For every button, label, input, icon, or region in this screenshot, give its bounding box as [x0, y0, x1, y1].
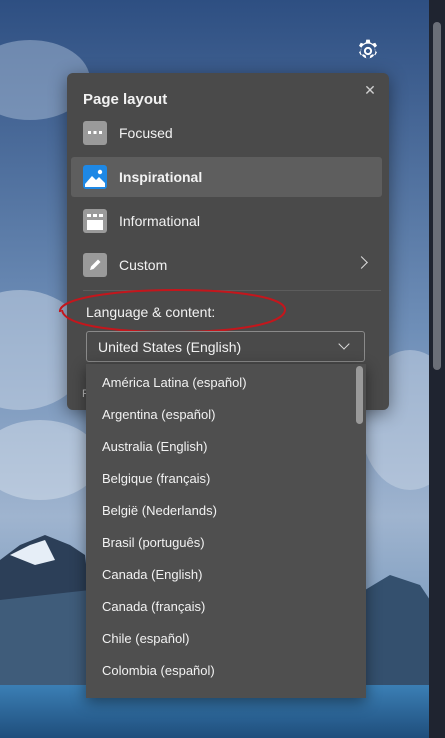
- page-scrollbar[interactable]: [429, 0, 445, 738]
- layout-option-focused[interactable]: Focused: [71, 113, 382, 153]
- page-scrollbar-thumb[interactable]: [433, 22, 441, 370]
- dropdown-option[interactable]: Chile (español): [86, 623, 366, 655]
- dropdown-option[interactable]: Brasil (português): [86, 527, 366, 559]
- dropdown-option[interactable]: Argentina (español): [86, 399, 366, 431]
- informational-layout-icon: [83, 209, 107, 233]
- layout-option-informational[interactable]: Informational: [71, 201, 382, 241]
- dropdown-option[interactable]: Belgique (français): [86, 463, 366, 495]
- layout-option-inspirational[interactable]: Inspirational: [71, 157, 382, 197]
- pencil-icon: [83, 253, 107, 277]
- dropdown-scrollbar[interactable]: [352, 364, 366, 698]
- layout-option-label: Informational: [119, 213, 200, 229]
- inspirational-layout-icon: [83, 165, 107, 189]
- language-select-value: United States (English): [98, 338, 242, 355]
- layout-option-label: Focused: [119, 125, 173, 141]
- panel-title: Page layout: [83, 91, 168, 108]
- chevron-down-icon: [338, 338, 350, 350]
- dropdown-option[interactable]: América Latina (español): [86, 367, 366, 399]
- chevron-right-icon: [355, 256, 368, 269]
- close-icon[interactable]: ✕: [361, 81, 379, 99]
- language-select[interactable]: United States (English): [86, 331, 365, 362]
- dropdown-option[interactable]: Canada (English): [86, 559, 366, 591]
- dropdown-option[interactable]: Colombia (español): [86, 655, 366, 687]
- language-dropdown-list[interactable]: América Latina (español) Argentina (espa…: [86, 364, 366, 698]
- layout-option-label: Inspirational: [119, 169, 203, 185]
- annotation-oval: [59, 288, 286, 334]
- dropdown-option[interactable]: Australia (English): [86, 431, 366, 463]
- dropdown-scrollbar-thumb[interactable]: [356, 366, 363, 424]
- layout-option-label: Custom: [119, 257, 168, 273]
- dropdown-option[interactable]: België (Nederlands): [86, 495, 366, 527]
- focused-layout-icon: [83, 121, 107, 145]
- layout-option-custom[interactable]: Custom: [71, 245, 382, 285]
- dropdown-option[interactable]: Canada (français): [86, 591, 366, 623]
- gear-icon[interactable]: [355, 38, 381, 64]
